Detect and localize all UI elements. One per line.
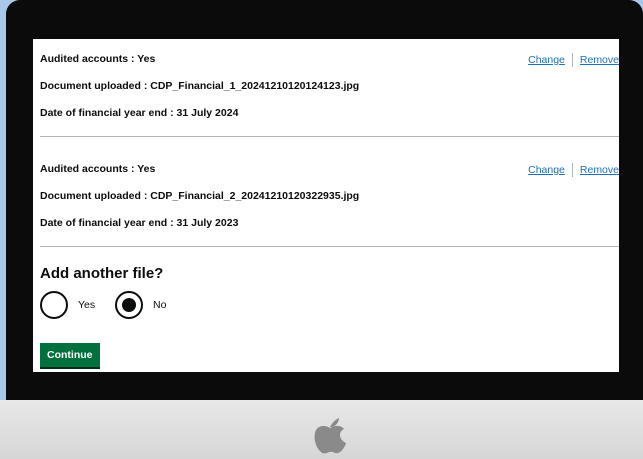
change-link[interactable]: Change — [528, 54, 565, 66]
financial-year-end-text: Date of financial year end : 31 July 202… — [40, 217, 239, 229]
radio-no[interactable] — [115, 291, 143, 319]
financial-year-end-text: Date of financial year end : 31 July 202… — [40, 107, 239, 119]
audited-accounts-text: Audited accounts : Yes — [40, 53, 156, 65]
change-link[interactable]: Change — [528, 164, 565, 176]
link-separator — [571, 163, 573, 177]
monitor: Audited accounts : Yes Document uploaded… — [0, 0, 643, 459]
document-uploaded-text: Document uploaded : CDP_Financial_1_2024… — [40, 80, 360, 92]
record-actions: Change Remove — [528, 53, 619, 67]
radio-yes[interactable] — [40, 291, 68, 319]
screen: Audited accounts : Yes Document uploaded… — [33, 39, 619, 372]
continue-button[interactable]: Continue — [40, 343, 100, 367]
remove-link[interactable]: Remove — [580, 54, 619, 66]
document-uploaded-text: Document uploaded : CDP_Financial_2_2024… — [40, 190, 360, 202]
link-separator — [571, 53, 573, 67]
apple-logo-icon — [314, 418, 346, 454]
add-another-file-heading: Add another file? — [40, 265, 164, 282]
audited-accounts-text: Audited accounts : Yes — [40, 163, 156, 175]
radio-yes-label[interactable]: Yes — [78, 299, 95, 311]
divider — [40, 246, 619, 247]
record-actions: Change Remove — [528, 163, 619, 177]
divider — [40, 136, 619, 137]
radio-no-label[interactable]: No — [153, 299, 166, 311]
remove-link[interactable]: Remove — [580, 164, 619, 176]
